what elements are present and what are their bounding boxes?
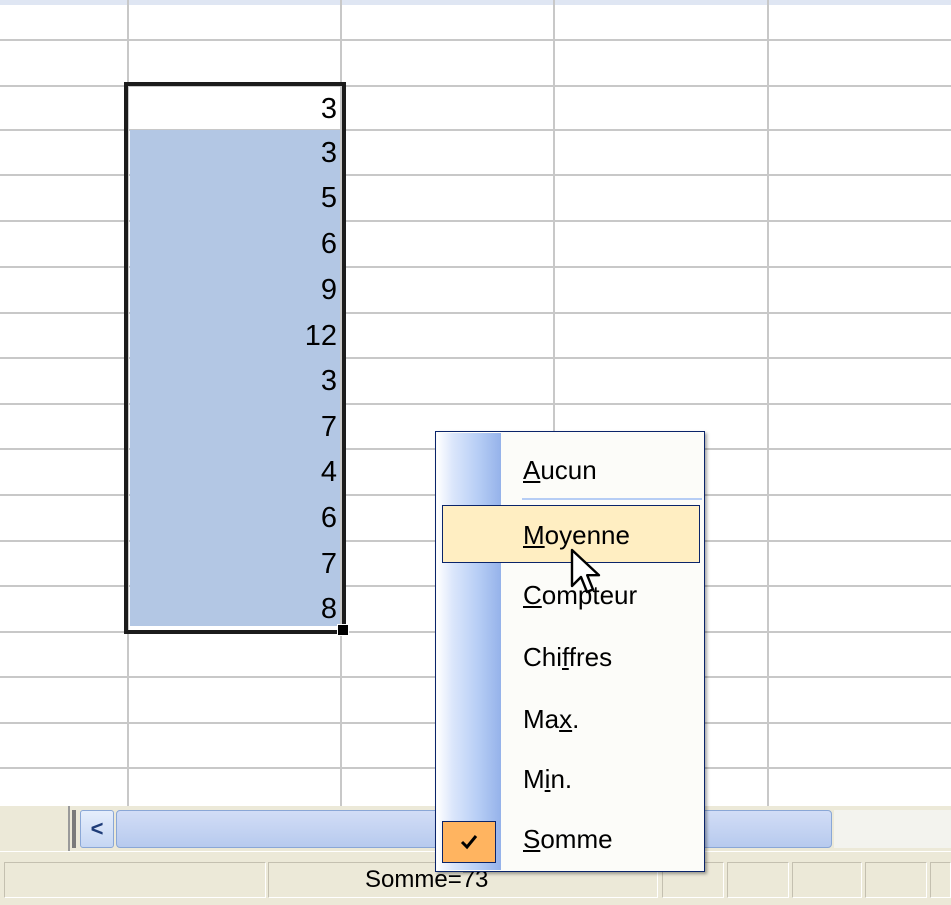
menu-separator <box>522 498 702 500</box>
fill-handle[interactable] <box>337 624 349 636</box>
scrollbar-track[interactable] <box>834 810 951 848</box>
tab-split-handle[interactable] <box>72 810 76 848</box>
menu-item-min[interactable]: Min. <box>436 750 704 808</box>
sheet-tab-area[interactable] <box>0 806 70 851</box>
menu-item-aucun[interactable]: Aucun <box>436 441 704 499</box>
menu-item-label: Min. <box>523 764 573 794</box>
status-pane <box>930 862 951 898</box>
status-pane <box>727 862 789 898</box>
status-pane <box>4 862 266 898</box>
arrow-pointer-icon <box>570 548 601 594</box>
chevron-left-icon: < <box>90 816 104 841</box>
autocalc-context-menu: Aucun Moyenne Compteur Chiffres Max. Min… <box>435 431 705 872</box>
menu-item-somme[interactable]: Somme <box>436 810 704 868</box>
menu-item-max[interactable]: Max. <box>436 690 704 748</box>
menu-item-label: Chiffres <box>523 642 613 672</box>
status-pane <box>792 862 862 898</box>
menu-item-label: Max. <box>523 704 580 734</box>
menu-item-label: Somme <box>523 824 613 854</box>
menu-item-label: Aucun <box>523 455 597 485</box>
row-gridline <box>0 39 951 41</box>
column-gridline <box>767 0 769 806</box>
grid-top-edge <box>0 0 951 5</box>
menu-item-chiffres[interactable]: Chiffres <box>436 628 704 686</box>
check-icon <box>442 821 496 863</box>
scroll-left-button[interactable]: < <box>80 810 114 848</box>
status-pane <box>865 862 927 898</box>
selection-border <box>124 82 346 634</box>
